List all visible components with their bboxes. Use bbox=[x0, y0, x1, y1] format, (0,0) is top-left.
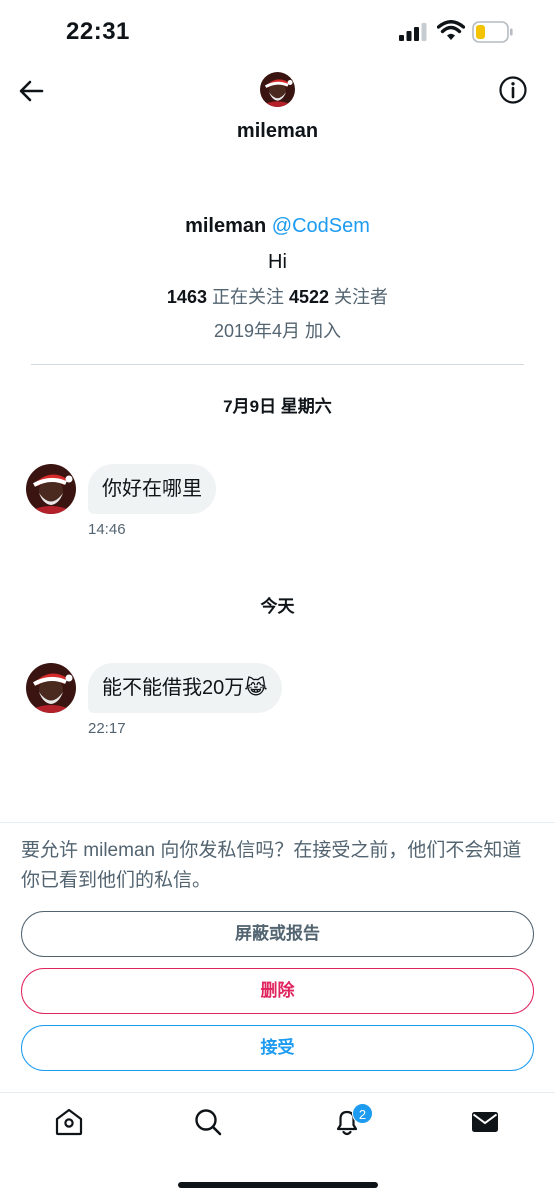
profile-joined-date: 2019年4月 加入 bbox=[213, 321, 342, 341]
info-circle-icon[interactable] bbox=[497, 74, 529, 106]
block-or-report-button[interactable]: 屏蔽或报告 bbox=[21, 911, 534, 957]
messages-icon[interactable] bbox=[469, 1106, 501, 1138]
message-bubble[interactable]: 你好在哪里 bbox=[88, 464, 216, 514]
date-separator: 今天 bbox=[260, 597, 295, 616]
following-count[interactable]: 1463 bbox=[167, 287, 207, 307]
following-label[interactable]: 正在关注 bbox=[212, 287, 284, 307]
header-avatar[interactable] bbox=[260, 72, 295, 107]
profile-follow-stats: 1463 正在关注 4522 关注者 bbox=[0, 280, 555, 314]
avatar-image bbox=[260, 72, 295, 107]
battery-icon bbox=[472, 21, 513, 43]
followers-count[interactable]: 4522 bbox=[289, 287, 329, 307]
notifications-badge: 2 bbox=[352, 1103, 373, 1124]
profile-summary: mileman @CodSem Hi 1463 正在关注 4522 关注者 20… bbox=[0, 210, 555, 348]
avatar-image bbox=[26, 663, 76, 713]
profile-divider bbox=[31, 364, 524, 365]
conversation-header: mileman bbox=[0, 64, 555, 160]
profile-handle[interactable]: @CodSem bbox=[272, 215, 370, 237]
home-icon[interactable] bbox=[53, 1106, 85, 1138]
message-bubble[interactable]: 能不能借我20万😹 bbox=[88, 663, 282, 713]
wifi-icon bbox=[437, 20, 465, 40]
cat-tears-of-joy-emoji: 😹 bbox=[244, 677, 268, 699]
accept-button[interactable]: 接受 bbox=[21, 1025, 534, 1071]
request-divider bbox=[0, 822, 555, 823]
profile-name-line: mileman @CodSem bbox=[0, 210, 555, 242]
profile-bio: Hi bbox=[268, 251, 287, 273]
cellular-signal-icon bbox=[399, 23, 427, 41]
status-time: 22:31 bbox=[66, 18, 130, 45]
message-request-prompt: 要允许 mileman 向你发私信吗？在接受之前，他们不会知道你已看到他们的私信… bbox=[21, 840, 522, 891]
arrow-left-icon[interactable] bbox=[16, 75, 48, 107]
followers-label[interactable]: 关注者 bbox=[334, 287, 388, 307]
message-time: 22:17 bbox=[88, 720, 126, 737]
delete-button[interactable]: 删除 bbox=[21, 968, 534, 1014]
sender-avatar[interactable] bbox=[26, 464, 76, 514]
status-bar: 22:31 bbox=[0, 0, 555, 64]
avatar-image bbox=[26, 464, 76, 514]
profile-display-name[interactable]: mileman bbox=[185, 215, 266, 237]
date-separator: 7月9日 星期六 bbox=[223, 397, 332, 416]
message-time: 14:46 bbox=[88, 521, 126, 538]
message-text: 能不能借我20万 bbox=[102, 677, 245, 699]
sender-avatar[interactable] bbox=[26, 663, 76, 713]
tab-bar-divider bbox=[0, 1092, 555, 1093]
message-text: 你好在哪里 bbox=[102, 478, 202, 500]
search-icon[interactable] bbox=[192, 1106, 224, 1138]
header-title: mileman bbox=[236, 120, 319, 142]
home-indicator bbox=[178, 1182, 378, 1188]
